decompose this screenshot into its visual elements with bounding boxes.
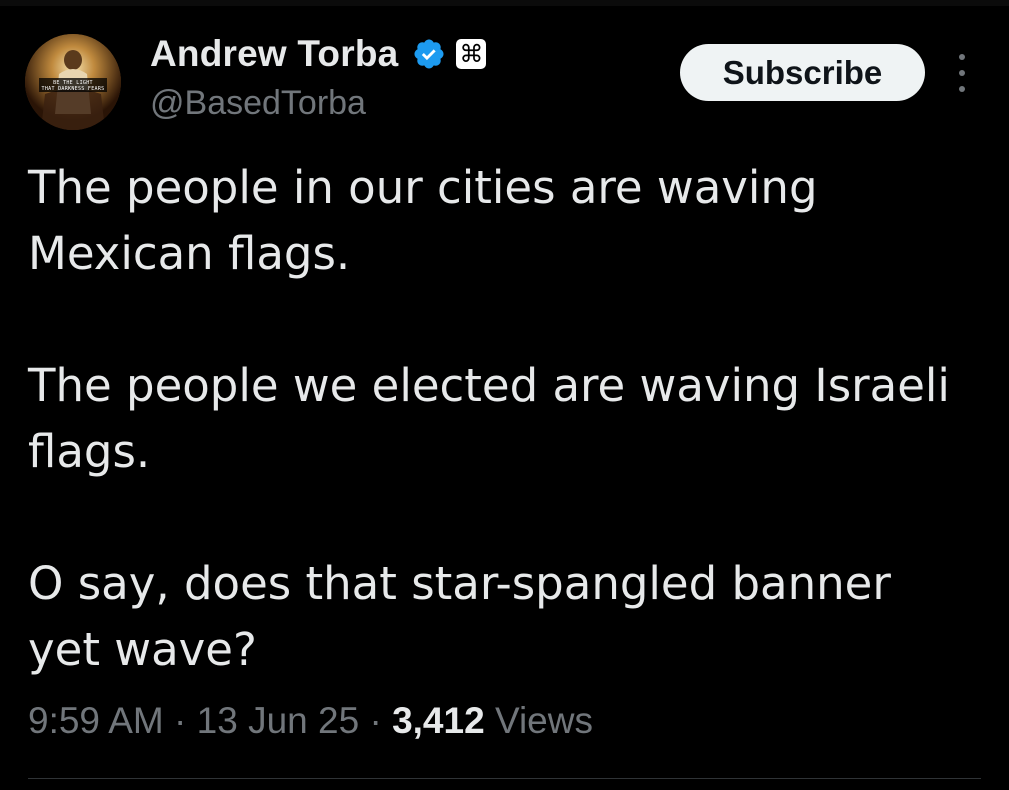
- avatar-caption: BE THE LIGHT THAT DARKNESS FEARS: [41, 80, 105, 92]
- tweet-text: The people in our cities are waving Mexi…: [28, 155, 988, 683]
- top-border: [0, 0, 1009, 6]
- more-dot: [959, 54, 965, 60]
- tweet-time[interactable]: 9:59 AM: [28, 700, 164, 741]
- user-handle[interactable]: @BasedTorba: [150, 84, 366, 123]
- subscribe-button[interactable]: Subscribe: [680, 44, 925, 101]
- author-name-row: Andrew Torba ⌘: [150, 30, 487, 78]
- tweet-paragraph: O say, does that star-spangled banner ye…: [28, 557, 891, 676]
- tweet-meta: 9:59 AM · 13 Jun 25 · 3,412 Views: [28, 700, 593, 742]
- avatar[interactable]: BE THE LIGHT THAT DARKNESS FEARS: [25, 34, 121, 130]
- divider: [28, 778, 981, 779]
- command-key-icon[interactable]: ⌘: [456, 39, 487, 69]
- meta-separator: ·: [369, 700, 382, 741]
- views-count: 3,412: [392, 700, 485, 741]
- tweet-paragraph: The people we elected are waving Israeli…: [28, 359, 950, 478]
- meta-separator: ·: [174, 700, 187, 741]
- verified-badge-icon[interactable]: [412, 37, 446, 71]
- tweet-paragraph: The people in our cities are waving Mexi…: [28, 161, 818, 280]
- tweet-date[interactable]: 13 Jun 25: [197, 700, 360, 741]
- views-label: Views: [494, 700, 593, 741]
- more-dot: [959, 86, 965, 92]
- display-name[interactable]: Andrew Torba: [150, 33, 398, 75]
- more-vertical-icon[interactable]: [948, 54, 976, 92]
- more-dot: [959, 70, 965, 76]
